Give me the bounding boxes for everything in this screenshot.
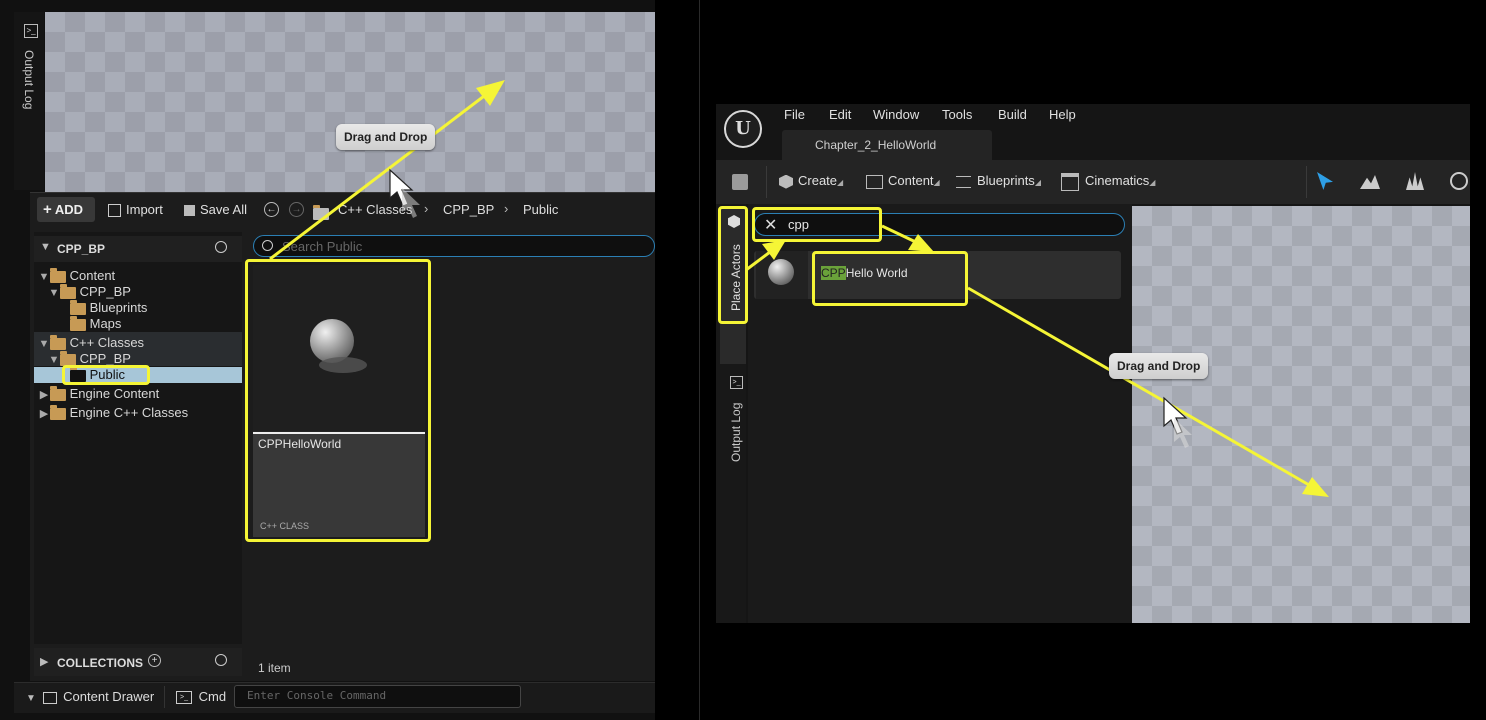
- drag-drop-tooltip-right: Drag and Drop: [1109, 353, 1209, 379]
- cursor-icon: [389, 168, 420, 218]
- right-screenshot: U File Edit Window Tools Build Help Chap…: [716, 104, 1470, 623]
- cursor-icon: [1163, 396, 1192, 448]
- annotation-arrows-right: [745, 224, 1329, 497]
- drag-arrow-left: [269, 80, 505, 261]
- drag-drop-tooltip-left: Drag and Drop: [336, 124, 436, 150]
- left-screenshot: >_ Output Log + ADD Import Save All ← → …: [0, 0, 655, 720]
- screenshot-divider: [699, 0, 700, 720]
